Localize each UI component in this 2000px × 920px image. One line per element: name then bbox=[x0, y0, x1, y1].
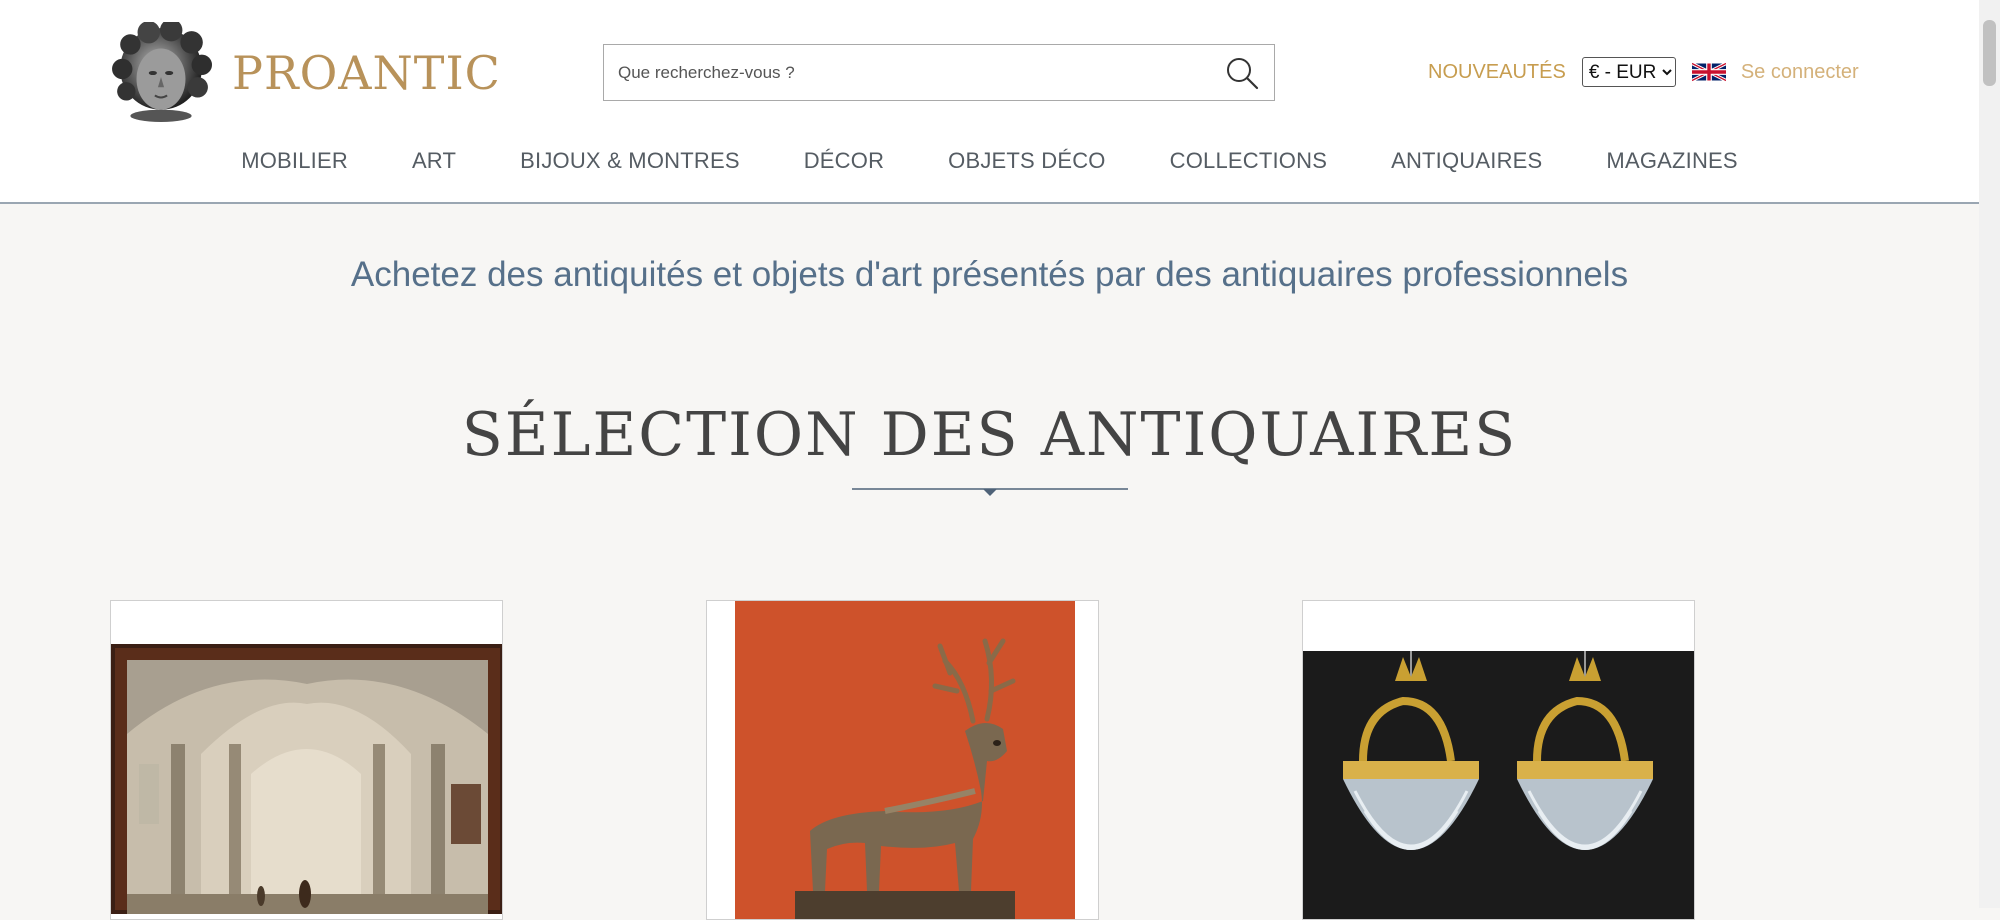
bronze-stag-image bbox=[735, 601, 1075, 919]
nav-item-antiquaires[interactable]: ANTIQUAIRES bbox=[1359, 148, 1574, 178]
nav-item-objets-deco[interactable]: OBJETS DÉCO bbox=[916, 148, 1137, 178]
nav-item-bijoux-montres[interactable]: BIJOUX & MONTRES bbox=[488, 148, 772, 178]
section-title: SÉLECTION DES ANTIQUAIRES bbox=[461, 400, 1518, 470]
currency-select[interactable]: € - EUR bbox=[1581, 57, 1676, 87]
login-link[interactable]: Se connecter bbox=[1741, 61, 1859, 84]
section-divider bbox=[852, 488, 1128, 496]
tagline: Achetez des antiquités et objets d'art p… bbox=[350, 255, 1629, 294]
nav-item-art[interactable]: ART bbox=[380, 148, 488, 178]
uk-flag-icon[interactable] bbox=[1691, 60, 1726, 84]
product-card-painting[interactable] bbox=[110, 600, 503, 920]
church-interior-painting-image bbox=[111, 644, 502, 914]
main-nav: MOBILIER ART BIJOUX & MONTRES DÉCOR OBJE… bbox=[0, 148, 1979, 178]
search-icon[interactable] bbox=[1224, 55, 1260, 91]
nav-item-collections[interactable]: COLLECTIONS bbox=[1138, 148, 1359, 178]
product-card-stag[interactable] bbox=[706, 600, 1099, 920]
new-arrivals-link[interactable]: NOUVEAUTÉS bbox=[1428, 61, 1566, 84]
scrollbar-thumb[interactable] bbox=[1983, 20, 1996, 86]
brand-name: PROANTIC bbox=[232, 45, 501, 100]
site-header: PROANTIC NOUVEAUTÉS € - EUR Se connecter… bbox=[0, 0, 1979, 204]
search-input[interactable] bbox=[616, 45, 1210, 101]
logo-link[interactable]: PROANTIC bbox=[110, 20, 501, 125]
nav-item-magazines[interactable]: MAGAZINES bbox=[1574, 148, 1769, 178]
cherub-head-logo bbox=[112, 21, 212, 122]
header-utilities: NOUVEAUTÉS € - EUR Se connecter bbox=[1428, 56, 1859, 88]
nav-item-mobilier[interactable]: MOBILIER bbox=[209, 148, 380, 178]
crystal-chandeliers-image bbox=[1303, 651, 1694, 919]
page-scrollbar[interactable] bbox=[1979, 0, 2000, 908]
search-bar bbox=[603, 44, 1275, 101]
product-card-chandeliers[interactable] bbox=[1302, 600, 1695, 920]
nav-item-decor[interactable]: DÉCOR bbox=[772, 148, 916, 178]
